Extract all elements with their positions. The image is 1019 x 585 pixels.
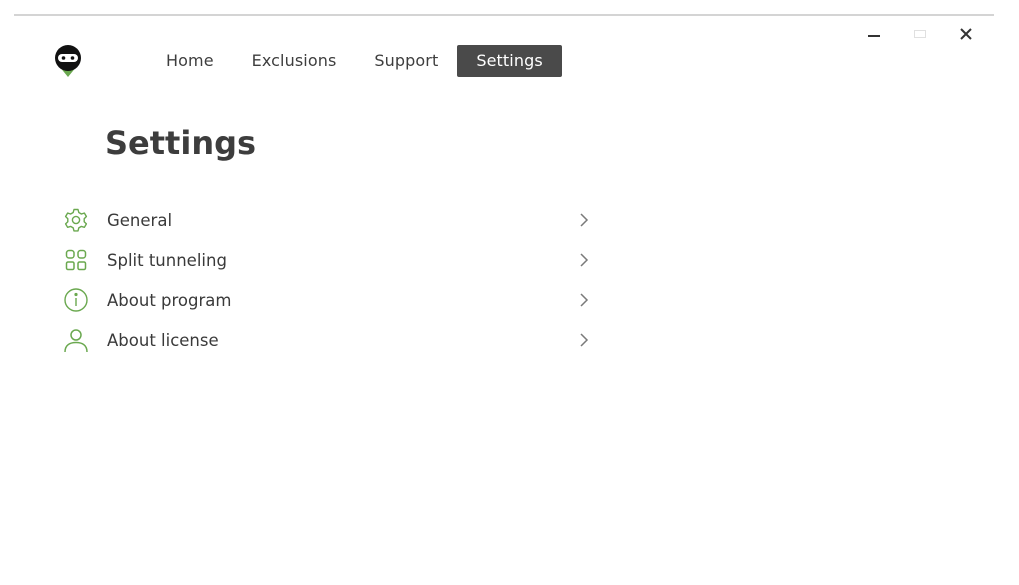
nav-home[interactable]: Home bbox=[147, 45, 233, 77]
minimize-icon bbox=[868, 35, 880, 37]
close-icon bbox=[960, 28, 972, 40]
settings-item-label: Split tunneling bbox=[107, 250, 227, 270]
nav-settings[interactable]: Settings bbox=[457, 45, 562, 77]
user-icon bbox=[62, 326, 90, 354]
gear-icon bbox=[62, 206, 90, 234]
settings-item-label: About program bbox=[107, 290, 232, 310]
settings-item-label: General bbox=[107, 210, 173, 230]
chevron-right-icon bbox=[580, 213, 589, 227]
app-logo bbox=[52, 44, 84, 78]
main-nav: Home Exclusions Support Settings bbox=[147, 45, 562, 77]
settings-item-general[interactable]: General bbox=[62, 200, 602, 240]
info-icon bbox=[62, 286, 90, 314]
nav-support[interactable]: Support bbox=[355, 45, 457, 77]
ninja-logo-icon bbox=[55, 45, 81, 77]
maximize-button[interactable] bbox=[897, 22, 943, 44]
settings-item-split-tunneling[interactable]: Split tunneling bbox=[62, 240, 602, 280]
chevron-right-icon bbox=[580, 293, 589, 307]
grid-icon bbox=[62, 246, 90, 274]
settings-item-label: About license bbox=[107, 330, 219, 350]
chevron-right-icon bbox=[580, 333, 589, 347]
settings-menu: General Split tunneling About program Ab… bbox=[62, 200, 602, 360]
close-button[interactable] bbox=[943, 22, 989, 44]
chevron-right-icon bbox=[580, 253, 589, 267]
settings-item-about-license[interactable]: About license bbox=[62, 320, 602, 360]
maximize-icon bbox=[914, 30, 926, 38]
page-title: Settings bbox=[105, 124, 257, 162]
window-top-border bbox=[14, 14, 994, 16]
settings-item-about-program[interactable]: About program bbox=[62, 280, 602, 320]
window-controls bbox=[851, 22, 989, 44]
nav-exclusions[interactable]: Exclusions bbox=[233, 45, 356, 77]
minimize-button[interactable] bbox=[851, 22, 897, 44]
